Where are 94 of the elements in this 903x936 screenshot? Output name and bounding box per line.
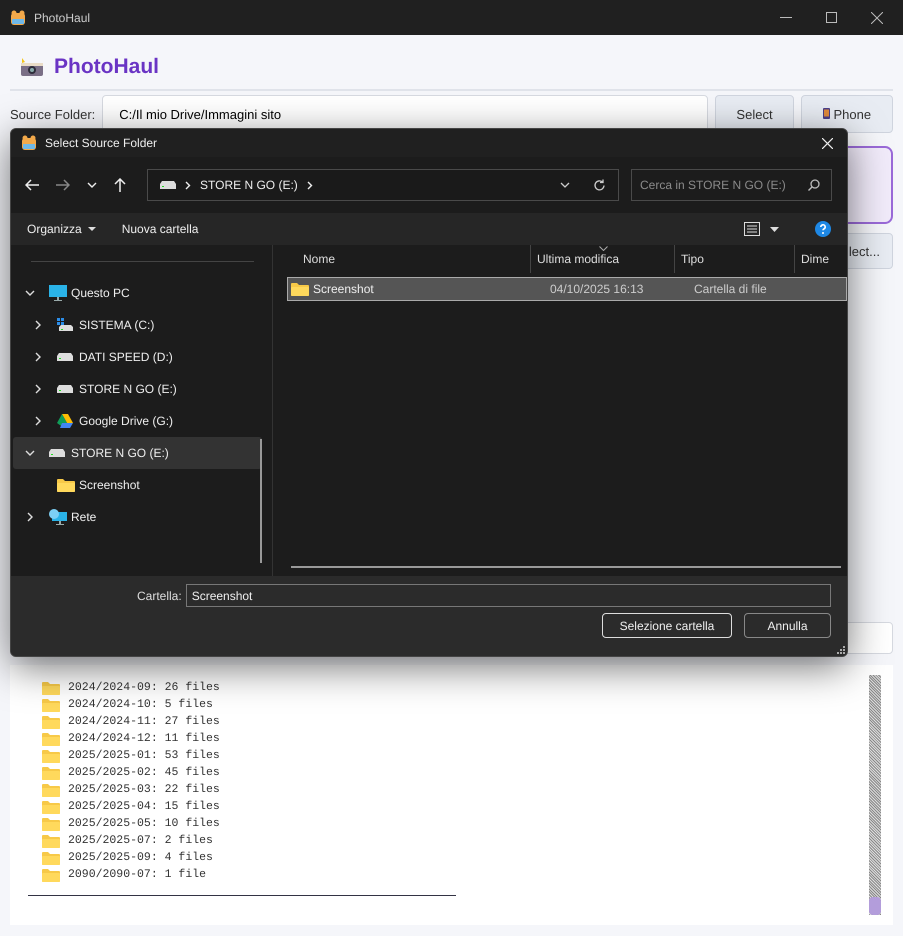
- breadcrumb[interactable]: STORE N GO (E:): [200, 178, 298, 192]
- phone-icon: [822, 108, 830, 118]
- phone-button[interactable]: Phone: [801, 95, 893, 133]
- log-line: 2025/2025-05: 10 files: [68, 817, 220, 830]
- log-line: 2024/2024-10: 5 files: [68, 698, 213, 711]
- column-header[interactable]: Nome: [273, 245, 531, 273]
- folder-icon: [42, 766, 60, 780]
- expand-chevron-icon[interactable]: [25, 512, 35, 522]
- forward-arrow-icon[interactable]: [56, 179, 70, 191]
- breadcrumb-chevron-icon[interactable]: [306, 180, 313, 190]
- folder-icon: [291, 282, 309, 296]
- caret-icon[interactable]: [770, 226, 779, 232]
- folder-icon: [42, 850, 60, 864]
- folder-icon: [42, 800, 60, 814]
- collapse-chevron-icon[interactable]: [25, 448, 35, 458]
- toolbar-button[interactable]: Organizza: [19, 218, 104, 240]
- tree-item[interactable]: Google Drive (G:): [13, 405, 262, 437]
- toolbar-button[interactable]: Nuova cartella: [114, 218, 206, 240]
- folder-icon: [42, 732, 60, 746]
- help-icon[interactable]: [815, 221, 831, 237]
- breadcrumb-chevron-icon[interactable]: [185, 180, 191, 190]
- folder-icon: [57, 478, 75, 492]
- field-label: Source Folder:: [10, 106, 96, 122]
- folder-name-field[interactable]: Screenshot: [186, 584, 831, 607]
- file-row[interactable]: Screenshot 04/10/2025 16:13 Cartella di file: [287, 277, 847, 301]
- expand-chevron-icon[interactable]: [33, 320, 43, 330]
- search-field[interactable]: Cerca in STORE N GO (E:): [631, 169, 832, 201]
- expand-chevron-icon[interactable]: [33, 384, 43, 394]
- minimize-icon[interactable]: [780, 16, 792, 18]
- up-arrow-icon[interactable]: [114, 178, 126, 192]
- column-header[interactable]: Ultima modifica: [531, 245, 675, 273]
- camera-icon: [20, 58, 44, 76]
- log-line: 2025/2025-01: 53 files: [68, 749, 220, 762]
- file-date: 04/10/2025 16:13: [549, 282, 644, 296]
- select-folder-button[interactable]: Selezione cartella: [602, 613, 732, 638]
- column-header[interactable]: Dime: [795, 245, 847, 273]
- window-title: PhotoHaul: [34, 10, 90, 24]
- folder-icon: [42, 748, 60, 762]
- expand-chevron-icon[interactable]: [33, 416, 43, 426]
- log-line: 2025/2025-03: 22 files: [68, 783, 220, 796]
- log-line: 2024/2024-12: 11 files: [68, 732, 220, 745]
- resize-grip-icon[interactable]: [837, 646, 845, 654]
- folder-icon: [42, 698, 60, 712]
- dialog-title: Select Source Folder: [45, 136, 158, 150]
- collapse-chevron-icon[interactable]: [25, 288, 35, 298]
- search-icon[interactable]: [808, 179, 820, 191]
- scroll-thumb[interactable]: [869, 897, 881, 915]
- back-arrow-icon[interactable]: [25, 179, 39, 191]
- log-line: 2025/2025-04: 15 files: [68, 800, 220, 813]
- scrollbar[interactable]: [869, 675, 881, 915]
- tree-item[interactable]: STORE N GO (E:): [13, 373, 262, 405]
- sort-indicator-icon: [598, 246, 608, 251]
- app-icon: [10, 10, 26, 26]
- network-icon: [49, 509, 67, 525]
- address-bar[interactable]: STORE N GO (E:): [147, 169, 619, 201]
- drive-icon: [57, 353, 73, 361]
- drive-icon: [57, 385, 73, 393]
- tree-item[interactable]: STORE N GO (E:): [13, 437, 262, 469]
- tree-item[interactable]: Screenshot: [13, 469, 262, 501]
- log-line: 2025/2025-09: 4 files: [68, 851, 213, 864]
- system-drive-icon: [57, 318, 73, 332]
- tree-item[interactable]: SISTEMA (C:): [13, 309, 262, 341]
- cloud-drive-icon: [57, 414, 73, 428]
- drive-icon: [49, 449, 65, 457]
- expand-chevron-icon[interactable]: [33, 352, 43, 362]
- caret-icon: [88, 227, 96, 231]
- field-label: Cartella:: [137, 588, 182, 602]
- maximize-icon[interactable]: [826, 12, 837, 23]
- folder-icon: [42, 834, 60, 848]
- app-title: PhotoHaul: [54, 55, 159, 79]
- chevron-down-icon[interactable]: [560, 182, 570, 188]
- file-name: Screenshot: [313, 282, 374, 296]
- folder-icon: [42, 868, 60, 882]
- log-line: 2024/2024-11: 27 files: [68, 715, 220, 728]
- monitor-icon: [49, 285, 67, 301]
- log-line: 2090/2090-07: 1 file: [68, 868, 206, 881]
- tree-item[interactable]: Rete: [13, 501, 262, 533]
- cancel-button[interactable]: Annulla: [744, 613, 831, 638]
- drive-icon: [160, 181, 176, 189]
- tree-item[interactable]: DATI SPEED (D:): [13, 341, 262, 373]
- tree-item[interactable]: Questo PC: [13, 277, 262, 309]
- folder-icon: [42, 816, 60, 830]
- close-icon[interactable]: [871, 12, 883, 24]
- folder-icon: [42, 714, 60, 728]
- column-header[interactable]: Tipo: [675, 245, 795, 273]
- view-list-icon[interactable]: [744, 222, 760, 236]
- file-type: Cartella di file: [693, 282, 768, 296]
- folder-icon: [42, 680, 60, 694]
- app-icon: [21, 135, 37, 151]
- log-line: 2025/2025-02: 45 files: [68, 766, 220, 779]
- folder-icon: [42, 782, 60, 796]
- log-line: 2025/2025-07: 2 files: [68, 834, 213, 847]
- log-line: 2024/2024-09: 26 files: [68, 681, 220, 694]
- refresh-icon[interactable]: [593, 178, 606, 192]
